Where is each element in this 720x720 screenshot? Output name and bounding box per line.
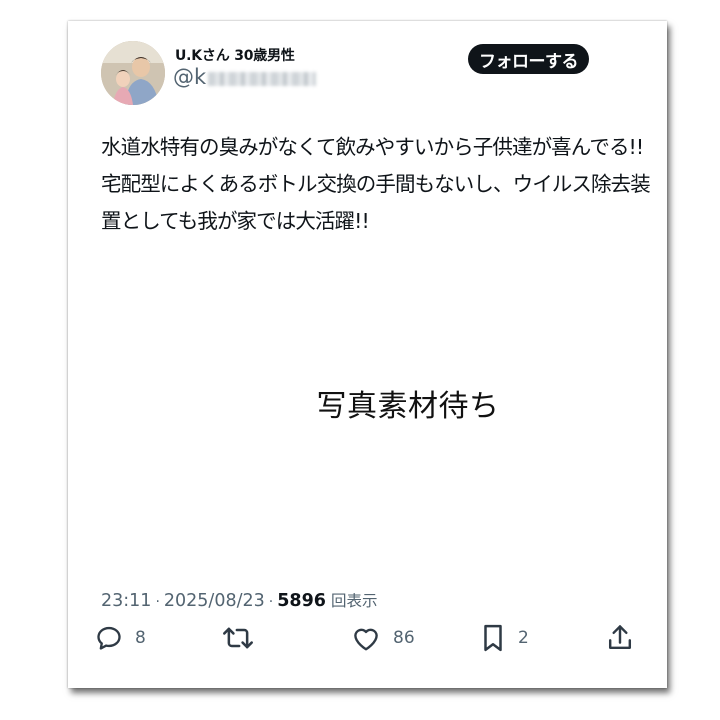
tweet-date[interactable]: 2025/08/23 (164, 591, 265, 611)
action-bar: 8 86 2 (68, 621, 667, 655)
tweet-time[interactable]: 23:11 (101, 591, 151, 611)
share-icon (608, 625, 632, 650)
retweet-button[interactable] (222, 621, 266, 655)
heart-icon (354, 628, 378, 651)
retweet-icon (223, 627, 253, 649)
like-button[interactable]: 86 (351, 621, 415, 655)
reply-count: 8 (135, 628, 146, 648)
like-count: 86 (393, 628, 415, 648)
tweet-card: U.Kさん 30歳男性 @k フォローする 水道水特有の臭みがなくて飲みやすいか… (68, 21, 667, 688)
views-count: 5896 (277, 591, 326, 611)
profile-photo-icon (101, 41, 165, 105)
views-label: 回表示 (330, 592, 378, 610)
share-button[interactable] (606, 621, 646, 655)
meta-separator: · (268, 594, 274, 610)
bookmark-count: 2 (518, 628, 529, 648)
handle-redaction (208, 71, 317, 86)
bookmark-icon (484, 624, 502, 652)
user-handle[interactable]: @k (173, 65, 317, 89)
reply-button[interactable]: 8 (95, 621, 146, 655)
display-name[interactable]: U.Kさん 30歳男性 (175, 45, 295, 65)
tweet-meta: 23:11 · 2025/08/23 · 5896 回表示 (101, 589, 377, 611)
avatar[interactable] (101, 41, 165, 105)
handle-text: @k (173, 65, 207, 89)
media-placeholder: 写真素材待ち (316, 389, 500, 424)
meta-separator: · (155, 594, 160, 610)
reply-icon (97, 626, 121, 650)
follow-button[interactable]: フォローする (468, 44, 589, 74)
tweet-text: 水道水特有の臭みがなくて飲みやすいから子供達が喜んでる!!宅配型によくあるボトル… (101, 135, 651, 233)
bookmark-button[interactable]: 2 (480, 621, 529, 655)
